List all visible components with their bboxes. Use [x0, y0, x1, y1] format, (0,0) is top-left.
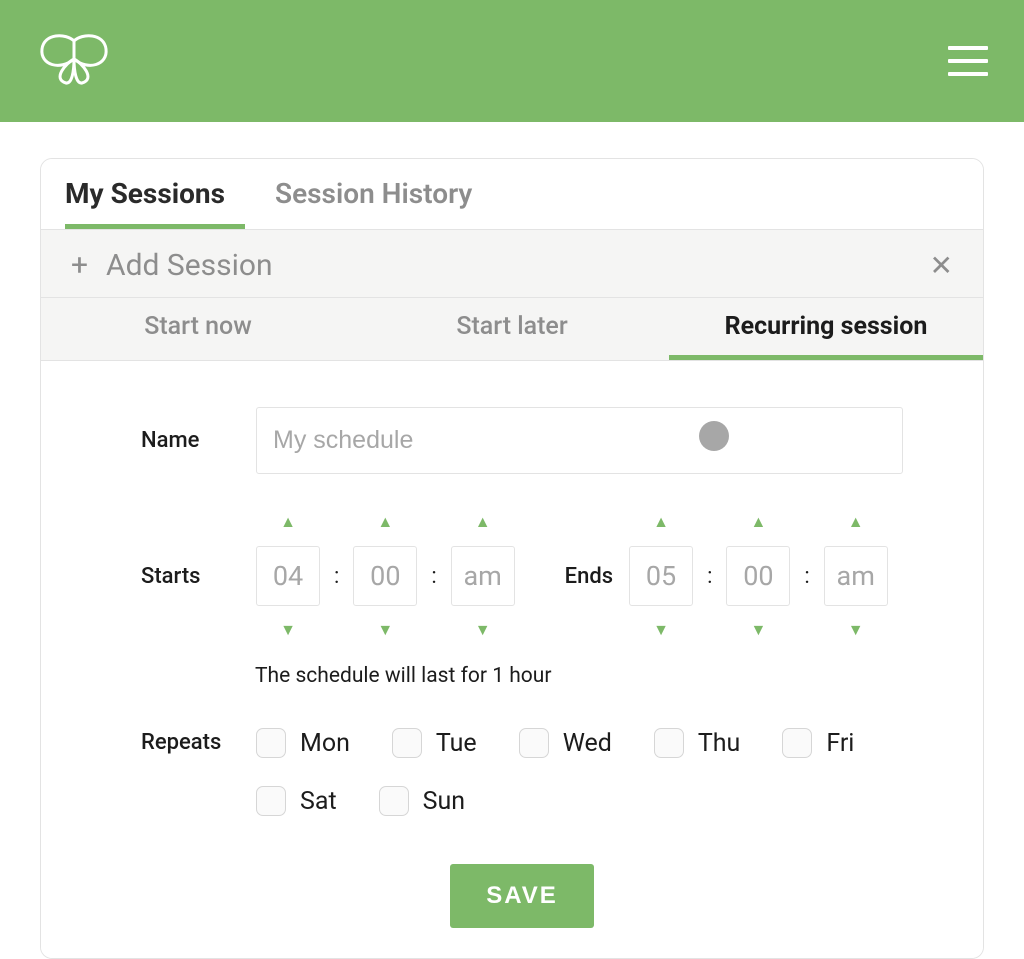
day-sat[interactable]: Sat	[256, 786, 337, 816]
butterfly-logo-icon	[36, 31, 112, 91]
day-label: Tue	[436, 729, 477, 758]
day-label: Fri	[826, 729, 854, 758]
time-colon: :	[707, 564, 712, 589]
sessions-card: My Sessions Session History + Add Sessio…	[40, 158, 984, 959]
save-button[interactable]: SAVE	[450, 864, 594, 928]
recurring-form: Name Starts ▲ 04 ▼ : ▲ 00 ▼ : ▲	[41, 361, 983, 958]
day-label: Wed	[563, 729, 612, 758]
day-mon[interactable]: Mon	[256, 728, 350, 758]
start-hour-down[interactable]: ▼	[280, 616, 296, 644]
start-time-group: ▲ 04 ▼ : ▲ 00 ▼ : ▲ am ▼	[256, 508, 515, 644]
repeats-label: Repeats	[141, 728, 256, 755]
start-hour-up[interactable]: ▲	[280, 508, 296, 536]
checkbox-icon	[256, 786, 286, 816]
day-label: Sat	[300, 787, 337, 816]
subtab-recurring[interactable]: Recurring session	[669, 298, 983, 360]
plus-icon: +	[71, 251, 88, 281]
ends-label: Ends	[565, 564, 613, 589]
day-sun[interactable]: Sun	[379, 786, 465, 816]
start-minute-down[interactable]: ▼	[377, 616, 393, 644]
close-icon[interactable]: ✕	[930, 249, 953, 282]
end-period-input[interactable]: am	[824, 546, 888, 606]
day-thu[interactable]: Thu	[654, 728, 740, 758]
start-minute-up[interactable]: ▲	[377, 508, 393, 536]
end-minute-input[interactable]: 00	[726, 546, 790, 606]
start-minute-input[interactable]: 00	[353, 546, 417, 606]
time-colon: :	[804, 564, 809, 589]
day-wed[interactable]: Wed	[519, 728, 612, 758]
day-fri[interactable]: Fri	[782, 728, 854, 758]
add-session-button[interactable]: + Add Session	[71, 248, 273, 283]
checkbox-icon	[654, 728, 684, 758]
checkbox-icon	[519, 728, 549, 758]
day-tue[interactable]: Tue	[392, 728, 477, 758]
tab-session-history[interactable]: Session History	[275, 159, 492, 229]
starts-label: Starts	[141, 564, 256, 589]
duration-note: The schedule will last for 1 hour	[255, 664, 903, 688]
end-time-group: ▲ 05 ▼ : ▲ 00 ▼ : ▲ am ▼	[629, 508, 888, 644]
checkbox-icon	[782, 728, 812, 758]
start-hour-input[interactable]: 04	[256, 546, 320, 606]
tab-my-sessions[interactable]: My Sessions	[65, 159, 245, 229]
subtab-start-now[interactable]: Start now	[41, 298, 355, 360]
start-period-down[interactable]: ▼	[475, 616, 491, 644]
add-session-row: + Add Session ✕	[41, 230, 983, 298]
start-period-input[interactable]: am	[451, 546, 515, 606]
app-header	[0, 0, 1024, 122]
start-period-up[interactable]: ▲	[475, 508, 491, 536]
add-session-label: Add Session	[106, 248, 273, 283]
end-minute-up[interactable]: ▲	[750, 508, 766, 536]
checkbox-icon	[379, 786, 409, 816]
time-colon: :	[431, 564, 436, 589]
day-label: Thu	[698, 729, 740, 758]
days-group: Mon Tue Wed Thu Fri	[256, 728, 903, 816]
name-label: Name	[141, 428, 256, 453]
end-period-down[interactable]: ▼	[848, 616, 864, 644]
name-input[interactable]	[256, 407, 903, 474]
end-period-up[interactable]: ▲	[848, 508, 864, 536]
day-label: Mon	[300, 729, 350, 758]
end-minute-down[interactable]: ▼	[750, 616, 766, 644]
session-type-tabs: Start now Start later Recurring session	[41, 298, 983, 361]
menu-icon[interactable]	[948, 46, 988, 76]
main-tabs: My Sessions Session History	[41, 159, 983, 230]
end-hour-down[interactable]: ▼	[653, 616, 669, 644]
day-label: Sun	[423, 787, 465, 816]
end-hour-input[interactable]: 05	[629, 546, 693, 606]
checkbox-icon	[256, 728, 286, 758]
checkbox-icon	[392, 728, 422, 758]
decorative-dot	[699, 421, 729, 451]
end-hour-up[interactable]: ▲	[653, 508, 669, 536]
time-colon: :	[334, 564, 339, 589]
subtab-start-later[interactable]: Start later	[355, 298, 669, 360]
